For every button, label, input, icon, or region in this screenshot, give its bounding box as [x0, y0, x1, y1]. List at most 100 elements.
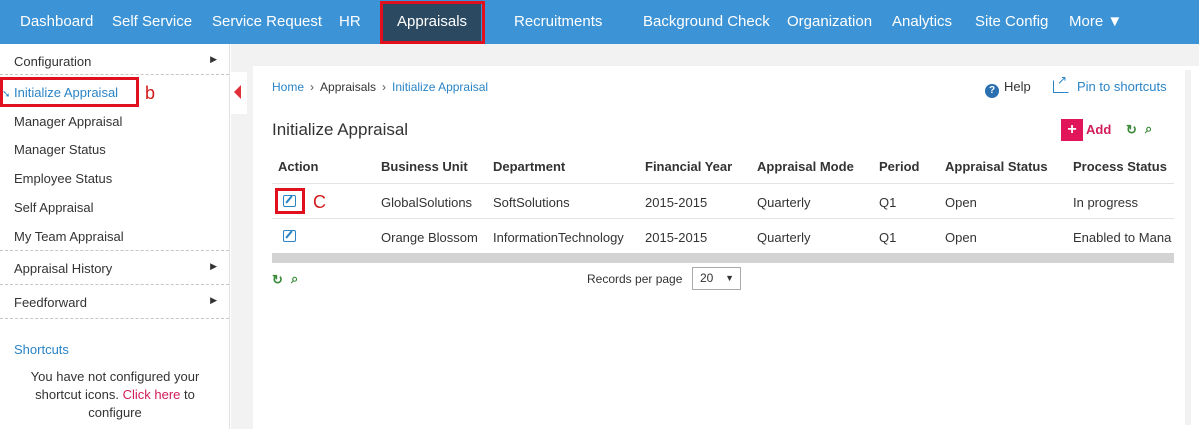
column-header-appraisal-status[interactable]: Appraisal Status: [945, 159, 1048, 174]
sidebar-item-label: My Team Appraisal: [14, 229, 124, 244]
sidebar-item-self-appraisal[interactable]: Self Appraisal: [0, 200, 229, 215]
breadcrumb-appraisals[interactable]: Appraisals: [320, 80, 376, 94]
cell-business-unit: Orange Blossom: [381, 230, 478, 245]
cell-period: Q1: [879, 230, 897, 245]
breadcrumb-home[interactable]: Home: [272, 80, 304, 94]
column-header-process-status[interactable]: Process Status: [1073, 159, 1167, 174]
nav-hr[interactable]: HR: [339, 0, 361, 44]
click-here-link[interactable]: Click here: [123, 387, 181, 402]
shortcuts-text-line: configure: [88, 405, 142, 420]
sidebar-item-my-team-appraisal[interactable]: My Team Appraisal: [0, 229, 229, 244]
nav-analytics[interactable]: Analytics: [892, 0, 952, 44]
table-row-divider: [272, 218, 1174, 219]
collapse-left-icon: [234, 85, 241, 99]
annotation-label-c: C: [313, 192, 326, 212]
pin-to-shortcuts-link[interactable]: Pin to shortcuts: [1053, 73, 1167, 94]
sidebar-item-configuration[interactable]: Configuration ▶: [0, 54, 229, 69]
refresh-icon[interactable]: ↻: [272, 272, 283, 288]
cell-department: InformationTechnology: [493, 230, 624, 245]
cell-period: Q1: [879, 195, 897, 210]
sidebar-item-employee-status[interactable]: Employee Status: [0, 171, 229, 186]
plus-icon: +: [1061, 119, 1083, 141]
cell-process-status: Enabled to Mana: [1073, 230, 1172, 245]
page-title: Initialize Appraisal: [272, 120, 409, 139]
nav-service-request[interactable]: Service Request: [212, 0, 322, 44]
shortcuts-text-part: to: [184, 387, 195, 402]
cell-department: SoftSolutions: [493, 195, 570, 210]
sidebar-item-manager-status[interactable]: Manager Status: [0, 142, 229, 157]
column-header-business-unit[interactable]: Business Unit: [381, 159, 468, 174]
records-per-page-select[interactable]: 20 ▼: [692, 267, 741, 290]
column-header-department[interactable]: Department: [493, 159, 565, 174]
vertical-scrollbar[interactable]: [1185, 70, 1191, 425]
shortcuts-title: Shortcuts: [14, 342, 69, 357]
refresh-icon[interactable]: ↻: [1126, 122, 1137, 138]
column-header-period[interactable]: Period: [879, 159, 919, 174]
help-link[interactable]: ? Help: [985, 79, 1031, 98]
chevron-down-icon: ▼: [725, 273, 734, 283]
sidebar-collapse-toggle[interactable]: [230, 72, 247, 114]
sidebar-item-label: Manager Status: [14, 142, 106, 157]
cell-appraisal-mode: Quarterly: [757, 230, 811, 245]
records-per-page-value: 20: [700, 271, 714, 285]
sidebar-item-label: Appraisal History: [14, 261, 113, 276]
breadcrumb-current: Initialize Appraisal: [392, 80, 489, 94]
top-navigation: Dashboard Self Service Service Request H…: [0, 0, 1199, 44]
cell-appraisal-status: Open: [945, 230, 977, 245]
shortcuts-message: You have not configured your shortcut ic…: [0, 368, 230, 422]
table-header-divider: [272, 183, 1174, 184]
search-icon[interactable]: ⌕: [291, 271, 298, 287]
column-header-financial-year[interactable]: Financial Year: [645, 159, 732, 174]
sidebar-item-feedforward[interactable]: Feedforward ▶: [0, 295, 229, 310]
highlight-box-edit: [275, 188, 305, 214]
help-label: Help: [1004, 79, 1031, 94]
nav-background-check[interactable]: Background Check: [643, 0, 770, 44]
nav-more[interactable]: More ▼: [1069, 0, 1122, 44]
sidebar-divider: [0, 74, 229, 75]
arrow-right-icon: ▶: [210, 295, 217, 305]
cell-appraisal-status: Open: [945, 195, 977, 210]
breadcrumb: Home › Appraisals › Initialize Appraisal: [272, 80, 488, 94]
sidebar-item-label: Self Appraisal: [14, 200, 94, 215]
horizontal-scrollbar[interactable]: [272, 253, 1174, 263]
arrow-right-icon: ▶: [210, 54, 217, 64]
add-button[interactable]: + Add: [1061, 119, 1111, 141]
sidebar-divider: [0, 284, 229, 285]
breadcrumb-separator: ›: [382, 80, 387, 94]
help-icon: ?: [985, 84, 999, 98]
sidebar-divider: [0, 318, 229, 319]
nav-site-config[interactable]: Site Config: [975, 0, 1048, 44]
nav-dashboard[interactable]: Dashboard: [20, 0, 93, 44]
sidebar-divider: [0, 250, 229, 251]
nav-self-service[interactable]: Self Service: [112, 0, 192, 44]
sidebar-item-manager-appraisal[interactable]: Manager Appraisal: [0, 114, 229, 129]
sidebar-item-label: Manager Appraisal: [14, 114, 123, 129]
cell-financial-year: 2015-2015: [645, 195, 708, 210]
nav-organization[interactable]: Organization: [787, 0, 872, 44]
share-icon: [1053, 73, 1069, 93]
records-per-page-label: Records per page: [587, 272, 683, 286]
search-icon[interactable]: ⌕: [1145, 121, 1152, 137]
sidebar-item-label: Configuration: [14, 54, 92, 69]
column-header-action: Action: [278, 159, 319, 174]
shortcuts-text-line: You have not configured your: [30, 369, 200, 384]
nav-recruitments[interactable]: Recruitments: [514, 0, 602, 44]
breadcrumb-separator: ›: [310, 80, 315, 94]
cell-appraisal-mode: Quarterly: [757, 195, 811, 210]
shortcuts-text-line: shortcut icons. Click here to: [0, 386, 230, 404]
sidebar-item-appraisal-history[interactable]: Appraisal History ▶: [0, 261, 229, 276]
edit-icon[interactable]: [283, 230, 296, 242]
arrow-right-icon: ▶: [210, 261, 217, 271]
cell-business-unit: GlobalSolutions: [381, 195, 473, 210]
shortcuts-text-part: shortcut icons.: [35, 387, 119, 402]
add-label: Add: [1086, 122, 1112, 137]
highlight-box-initialize-appraisal: [0, 77, 139, 107]
sidebar-item-label: Employee Status: [14, 171, 113, 186]
pin-label: Pin to shortcuts: [1077, 79, 1167, 94]
column-header-appraisal-mode[interactable]: Appraisal Mode: [757, 159, 854, 174]
cell-process-status: In progress: [1073, 195, 1139, 210]
highlight-box-appraisals: [380, 1, 485, 44]
sidebar-item-label: Feedforward: [14, 295, 87, 310]
annotation-label-b: b: [145, 83, 156, 103]
cell-financial-year: 2015-2015: [645, 230, 708, 245]
